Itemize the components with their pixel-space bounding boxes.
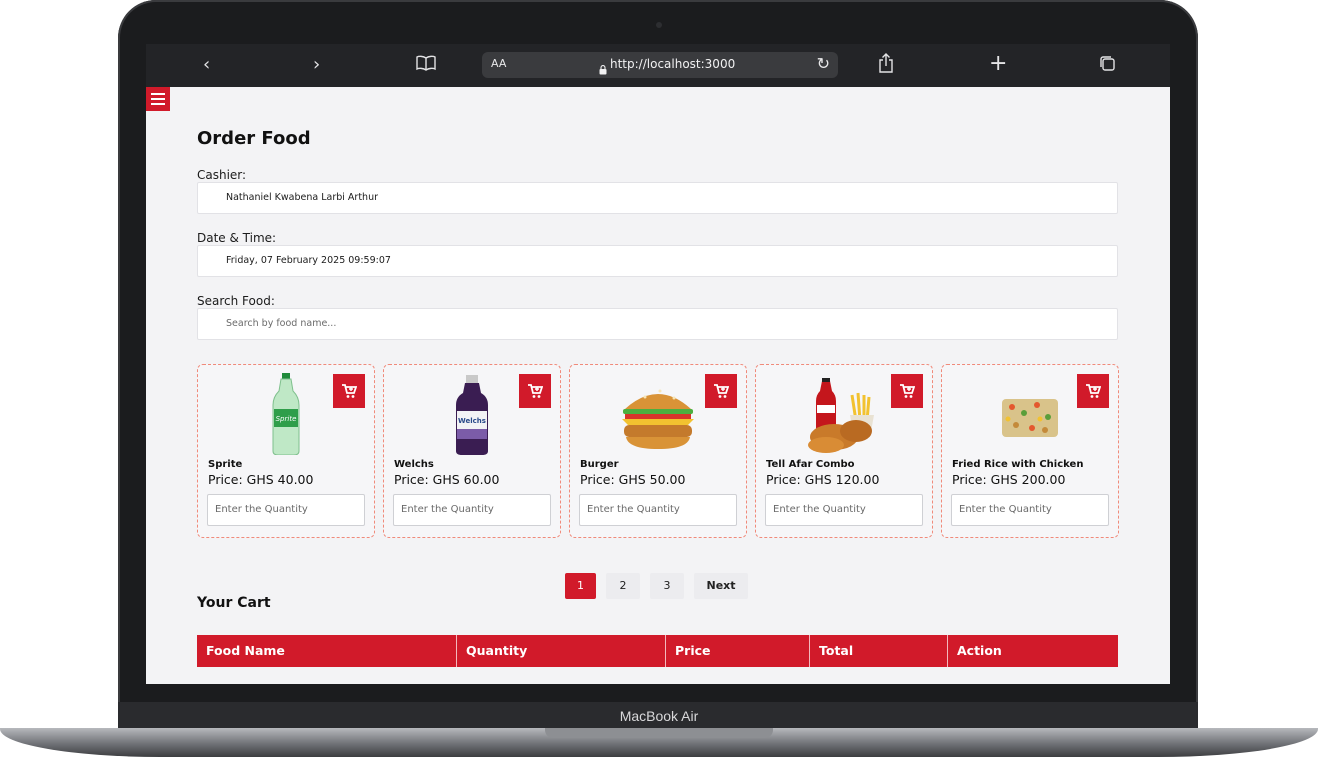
quantity-placeholder: Enter the Quantity [401, 504, 494, 515]
next-page-button[interactable]: Next [694, 573, 748, 599]
reader-text-size-button[interactable]: AA [491, 57, 506, 70]
bookmarks-icon[interactable] [416, 55, 436, 77]
food-name: Tell Afar Combo [766, 459, 855, 470]
add-to-cart-button[interactable] [333, 374, 365, 408]
cart-table-header: Food Name Quantity Price Total Action [197, 635, 1118, 667]
page-2-button[interactable]: 2 [606, 573, 640, 599]
add-to-cart-button[interactable] [705, 374, 737, 408]
hamburger-icon-bar [151, 93, 165, 95]
add-to-cart-icon [900, 384, 915, 398]
search-placeholder: Search by food name... [226, 318, 337, 329]
menu-button[interactable] [146, 87, 170, 111]
reload-icon[interactable]: ↻ [817, 54, 830, 73]
new-tab-icon[interactable]: + [989, 53, 1007, 75]
quantity-placeholder: Enter the Quantity [773, 504, 866, 515]
food-price: Price: GHS 120.00 [766, 472, 880, 487]
add-to-cart-icon [1086, 384, 1101, 398]
column-header-food-name: Food Name [206, 643, 285, 658]
column-header-action: Action [947, 635, 1118, 667]
device-label: MacBook Air [619, 708, 699, 724]
hamburger-icon-bar [151, 103, 165, 105]
food-name: Burger [580, 459, 619, 470]
food-name: Welchs [394, 459, 434, 470]
food-card: Fried Rice with Chicken Price: GHS 200.0… [941, 364, 1119, 538]
quantity-input[interactable]: Enter the Quantity [951, 494, 1109, 526]
column-header-total: Total [809, 635, 947, 667]
cart-title: Your Cart [197, 595, 271, 611]
food-name: Fried Rice with Chicken [952, 459, 1084, 470]
page-1-button[interactable]: 1 [565, 573, 596, 599]
url-text[interactable]: http://localhost:3000 [610, 57, 735, 71]
cashier-label: Cashier: [197, 168, 247, 182]
food-price: Price: GHS 40.00 [208, 472, 314, 487]
quantity-input[interactable]: Enter the Quantity [765, 494, 923, 526]
datetime-label: Date & Time: [197, 231, 277, 245]
quantity-input[interactable]: Enter the Quantity [393, 494, 551, 526]
quantity-input[interactable]: Enter the Quantity [207, 494, 365, 526]
camera [656, 22, 662, 28]
page-title: Order Food [197, 128, 311, 149]
hamburger-icon-bar [151, 98, 165, 100]
lock-icon [599, 60, 607, 75]
food-price: Price: GHS 50.00 [580, 472, 686, 487]
tabs-overview-icon[interactable] [1099, 55, 1117, 79]
search-label: Search Food: [197, 294, 275, 308]
add-to-cart-icon [528, 384, 543, 398]
add-to-cart-button[interactable] [891, 374, 923, 408]
food-grid: Sprite Sprite Price: GHS 40.00 Enter the… [197, 364, 1119, 538]
quantity-placeholder: Enter the Quantity [959, 504, 1052, 515]
food-card: Burger Price: GHS 50.00 Enter the Quanti… [569, 364, 747, 538]
add-to-cart-button[interactable] [1077, 374, 1109, 408]
quantity-placeholder: Enter the Quantity [215, 504, 308, 515]
datetime-value: Friday, 07 February 2025 09:59:07 [226, 255, 391, 266]
food-name: Sprite [208, 459, 243, 470]
column-header-price: Price [665, 635, 809, 667]
food-card: Tell Afar Combo Price: GHS 120.00 Enter … [755, 364, 933, 538]
food-price: Price: GHS 60.00 [394, 472, 500, 487]
browser-toolbar: ‹ › AA http://localhost:3000 ↻ + [146, 44, 1170, 87]
screen: ‹ › AA http://localhost:3000 ↻ + Order F… [146, 44, 1170, 684]
cashier-field[interactable]: Nathaniel Kwabena Larbi Arthur [197, 182, 1118, 214]
food-price: Price: GHS 200.00 [952, 472, 1066, 487]
column-header-quantity: Quantity [456, 635, 665, 667]
address-bar[interactable]: AA http://localhost:3000 ↻ [482, 52, 838, 78]
svg-text:Sprite: Sprite [276, 415, 297, 423]
datetime-field[interactable]: Friday, 07 February 2025 09:59:07 [197, 245, 1118, 277]
laptop-hinge-notch [545, 728, 773, 738]
quantity-placeholder: Enter the Quantity [587, 504, 680, 515]
cashier-value: Nathaniel Kwabena Larbi Arthur [226, 192, 379, 203]
svg-text:Welchs: Welchs [458, 417, 486, 425]
add-to-cart-icon [714, 384, 729, 398]
back-icon[interactable]: ‹ [203, 54, 210, 76]
quantity-input[interactable]: Enter the Quantity [579, 494, 737, 526]
forward-icon[interactable]: › [313, 54, 320, 76]
page-3-button[interactable]: 3 [650, 573, 684, 599]
search-input[interactable]: Search by food name... [197, 308, 1118, 340]
food-card: Welchs Welchs Price: GHS 60.00 Enter the… [383, 364, 561, 538]
food-card: Sprite Sprite Price: GHS 40.00 Enter the… [197, 364, 375, 538]
add-to-cart-button[interactable] [519, 374, 551, 408]
add-to-cart-icon [342, 384, 357, 398]
share-icon[interactable] [878, 53, 894, 79]
